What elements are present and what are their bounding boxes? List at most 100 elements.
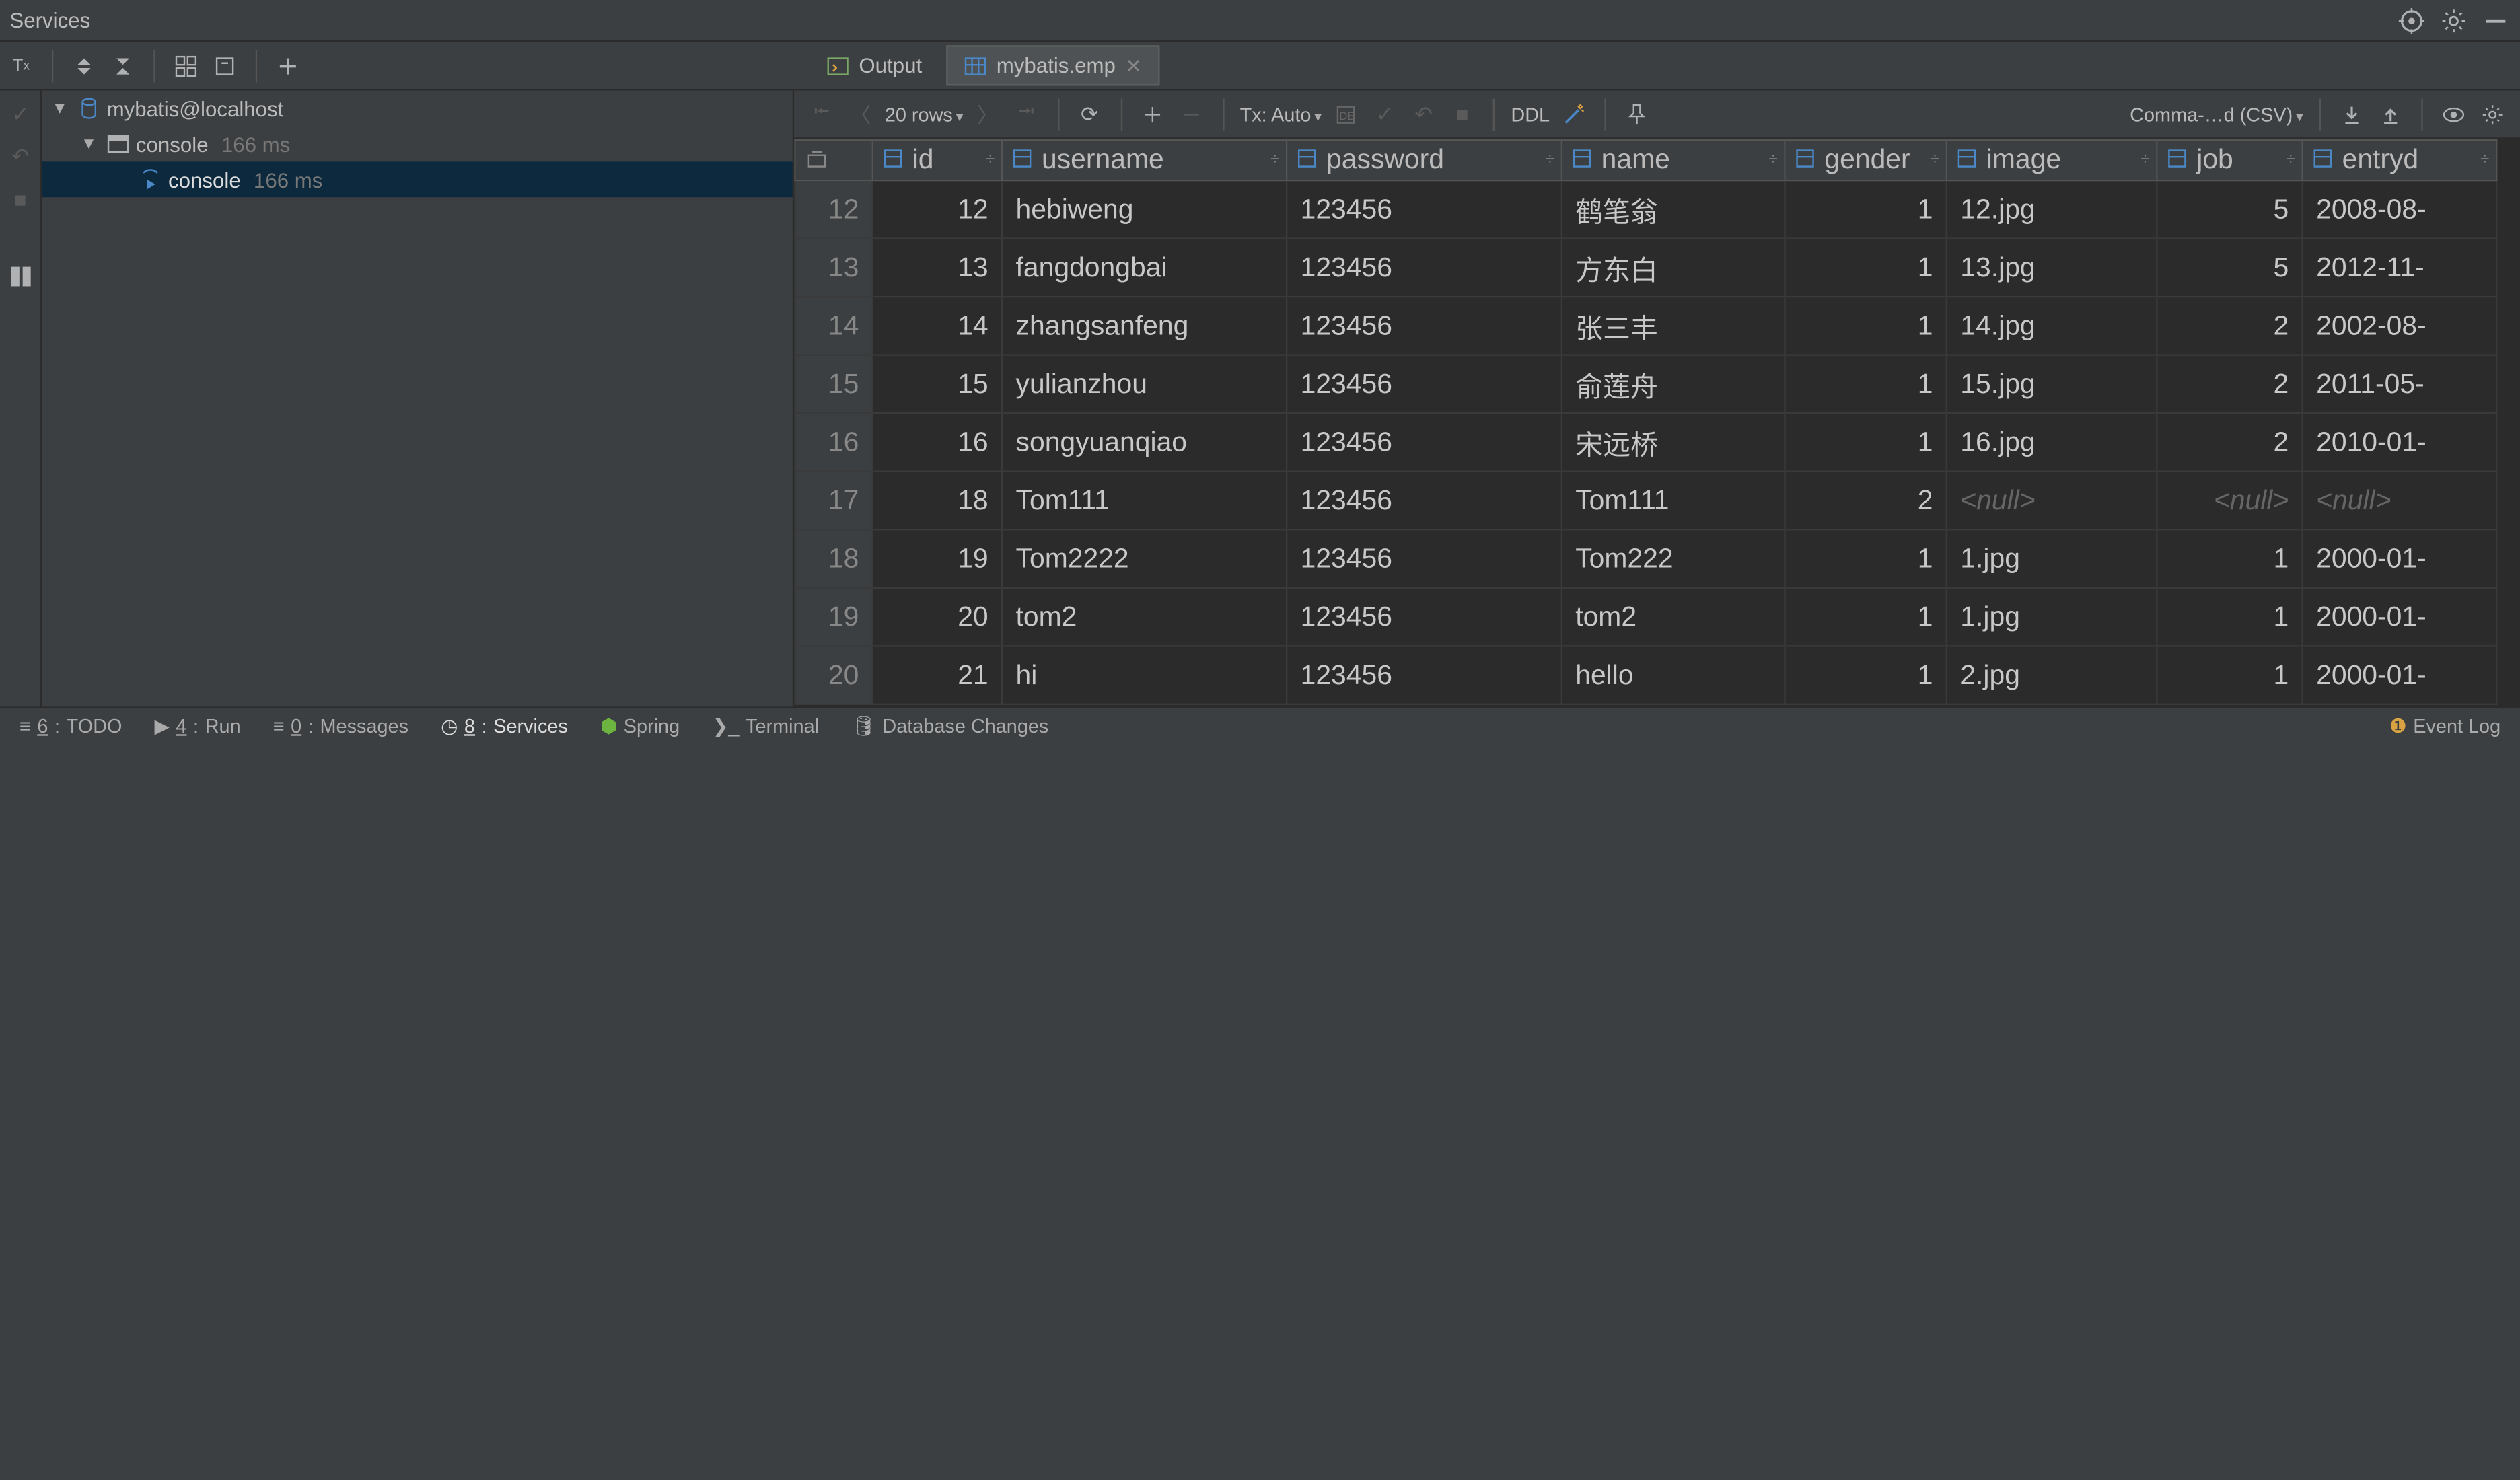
- table-row[interactable]: 1819Tom2222123456Tom22211.jpg12000-01-: [795, 529, 2496, 588]
- column-header-image[interactable]: image÷: [1947, 140, 2157, 180]
- rownum-header[interactable]: [795, 140, 872, 180]
- cell-gender[interactable]: 1: [1785, 180, 1947, 239]
- result-grid-scroll[interactable]: id÷username÷password÷name÷gender÷image÷j…: [794, 139, 2520, 707]
- pin-icon[interactable]: [1622, 100, 1651, 128]
- tab-output[interactable]: Output: [809, 45, 940, 85]
- cell-id[interactable]: 21: [873, 646, 1002, 704]
- column-header-username[interactable]: username÷: [1002, 140, 1287, 180]
- tx-mode[interactable]: Tx: Auto▾: [1240, 103, 1322, 126]
- cell-password[interactable]: 123456: [1287, 239, 1562, 297]
- cell-image[interactable]: 13.jpg: [1947, 239, 2157, 297]
- layout-icon[interactable]: [5, 262, 34, 291]
- column-header-password[interactable]: password÷: [1287, 140, 1562, 180]
- cell-username[interactable]: hebiweng: [1002, 180, 1287, 239]
- cell-password[interactable]: 123456: [1287, 646, 1562, 704]
- cell-image[interactable]: 2.jpg: [1947, 646, 2157, 704]
- download-icon[interactable]: [2337, 100, 2366, 128]
- cell-password[interactable]: 123456: [1287, 180, 1562, 239]
- cell-id[interactable]: 18: [873, 472, 1002, 530]
- eye-icon[interactable]: [2439, 100, 2468, 128]
- cell-id[interactable]: 14: [873, 297, 1002, 355]
- cell-id[interactable]: 19: [873, 529, 1002, 588]
- cell-name[interactable]: Tom111: [1562, 472, 1785, 530]
- cell-username[interactable]: tom2: [1002, 588, 1287, 646]
- filter-icon[interactable]: [210, 51, 239, 80]
- cell-id[interactable]: 15: [873, 355, 1002, 414]
- add-icon[interactable]: [273, 51, 302, 80]
- cell-job[interactable]: 1: [2157, 529, 2302, 588]
- bottom-tab-todo[interactable]: ≡6: TODO: [13, 714, 129, 737]
- cell-entryd[interactable]: 2000-01-: [2303, 588, 2496, 646]
- cell-entryd[interactable]: 2000-01-: [2303, 646, 2496, 704]
- bottom-tab-messages[interactable]: ≡0: Messages: [266, 714, 415, 737]
- column-header-name[interactable]: name÷: [1562, 140, 1785, 180]
- tx-icon[interactable]: Tx: [7, 51, 36, 80]
- minimize-icon[interactable]: [2481, 5, 2510, 34]
- cell-job[interactable]: 1: [2157, 646, 2302, 704]
- cell-job[interactable]: 2: [2157, 413, 2302, 472]
- bottom-tab-eventlog[interactable]: ❶Event Log: [2383, 714, 2507, 737]
- bottom-tab-spring[interactable]: ⬢Spring: [593, 714, 686, 737]
- cell-job[interactable]: 2: [2157, 355, 2302, 414]
- export-format[interactable]: Comma-…d (CSV)▾: [2130, 103, 2303, 126]
- cell-username[interactable]: songyuanqiao: [1002, 413, 1287, 472]
- cell-gender[interactable]: 1: [1785, 413, 1947, 472]
- cell-gender[interactable]: 1: [1785, 646, 1947, 704]
- table-row[interactable]: 1515yulianzhou123456俞莲舟115.jpg22011-05-: [795, 355, 2496, 414]
- cell-entryd[interactable]: 2002-08-: [2303, 297, 2496, 355]
- cell-name[interactable]: tom2: [1562, 588, 1785, 646]
- cell-entryd[interactable]: 2012-11-: [2303, 239, 2496, 297]
- add-row-icon[interactable]: ＋: [1138, 100, 1167, 128]
- column-header-entryd[interactable]: entryd÷: [2303, 140, 2496, 180]
- target-icon[interactable]: [2397, 5, 2426, 34]
- column-header-id[interactable]: id÷: [873, 140, 1002, 180]
- row-number[interactable]: 19: [795, 588, 872, 646]
- cell-gender[interactable]: 1: [1785, 529, 1947, 588]
- table-row[interactable]: 1313fangdongbai123456方东白113.jpg52012-11-: [795, 239, 2496, 297]
- row-number[interactable]: 16: [795, 413, 872, 472]
- table-row[interactable]: 1616songyuanqiao123456宋远桥116.jpg22010-01…: [795, 413, 2496, 472]
- wand-icon[interactable]: [1560, 100, 1589, 128]
- row-number[interactable]: 15: [795, 355, 872, 414]
- cell-image[interactable]: 14.jpg: [1947, 297, 2157, 355]
- cell-gender[interactable]: 1: [1785, 588, 1947, 646]
- collapse-all-icon[interactable]: [108, 51, 137, 80]
- cell-job[interactable]: 2: [2157, 297, 2302, 355]
- cell-gender[interactable]: 1: [1785, 355, 1947, 414]
- cell-name[interactable]: Tom222: [1562, 529, 1785, 588]
- row-number[interactable]: 17: [795, 472, 872, 530]
- table-row[interactable]: 1414zhangsanfeng123456张三丰114.jpg22002-08…: [795, 297, 2496, 355]
- cell-name[interactable]: 张三丰: [1562, 297, 1785, 355]
- column-header-job[interactable]: job÷: [2157, 140, 2302, 180]
- cell-name[interactable]: 方东白: [1562, 239, 1785, 297]
- cell-image[interactable]: 16.jpg: [1947, 413, 2157, 472]
- rows-selector[interactable]: 20 rows▾: [885, 103, 964, 126]
- cell-username[interactable]: fangdongbai: [1002, 239, 1287, 297]
- cell-id[interactable]: 20: [873, 588, 1002, 646]
- bottom-tab-run[interactable]: ▶4: Run: [148, 714, 247, 737]
- cell-username[interactable]: yulianzhou: [1002, 355, 1287, 414]
- bottom-tab-dbchanges[interactable]: 🛢Database Changes: [845, 714, 1055, 737]
- cell-id[interactable]: 13: [873, 239, 1002, 297]
- cell-password[interactable]: 123456: [1287, 297, 1562, 355]
- cell-username[interactable]: Tom2222: [1002, 529, 1287, 588]
- table-row[interactable]: 1718Tom111123456Tom1112<null><null><null…: [795, 472, 2496, 530]
- gear-icon[interactable]: [2439, 5, 2468, 34]
- tree-root-mybatis[interactable]: ▼ mybatis@localhost: [42, 91, 792, 126]
- ddl-button[interactable]: DDL: [1511, 103, 1550, 126]
- cell-name[interactable]: 鹤笔翁: [1562, 180, 1785, 239]
- cell-password[interactable]: 123456: [1287, 355, 1562, 414]
- cell-password[interactable]: 123456: [1287, 588, 1562, 646]
- cell-password[interactable]: 123456: [1287, 413, 1562, 472]
- cell-gender[interactable]: 2: [1785, 472, 1947, 530]
- cell-password[interactable]: 123456: [1287, 529, 1562, 588]
- cell-job[interactable]: 1: [2157, 588, 2302, 646]
- cell-gender[interactable]: 1: [1785, 297, 1947, 355]
- cell-image[interactable]: <null>: [1947, 472, 2157, 530]
- cell-entryd[interactable]: 2008-08-: [2303, 180, 2496, 239]
- cell-entryd[interactable]: 2010-01-: [2303, 413, 2496, 472]
- cell-name[interactable]: hello: [1562, 646, 1785, 704]
- cell-job[interactable]: <null>: [2157, 472, 2302, 530]
- close-icon[interactable]: ✕: [1125, 54, 1141, 77]
- cell-image[interactable]: 12.jpg: [1947, 180, 2157, 239]
